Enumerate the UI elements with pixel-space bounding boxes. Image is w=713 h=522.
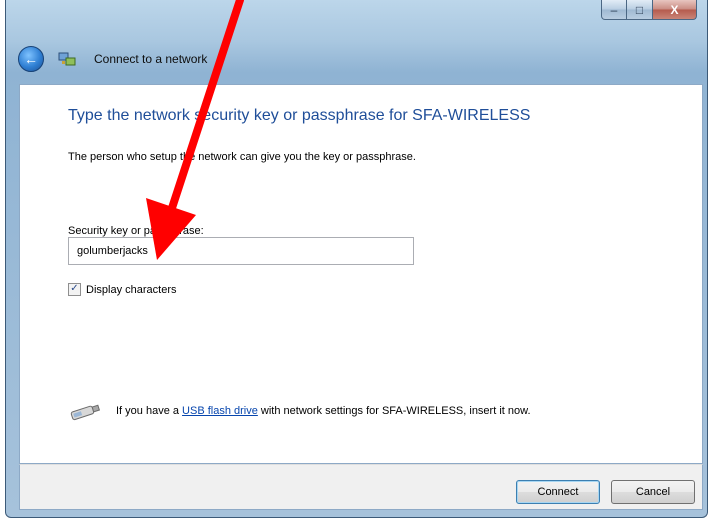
usb-hint-row: If you have a USB flash drive with netwo… bbox=[68, 401, 531, 421]
display-characters-row[interactable]: ✓ Display characters bbox=[68, 283, 176, 296]
usb-flash-drive-link[interactable]: USB flash drive bbox=[182, 405, 258, 417]
cancel-button[interactable]: Cancel bbox=[611, 480, 695, 504]
display-characters-label[interactable]: Display characters bbox=[86, 284, 176, 296]
security-key-label: Security key or passphrase: bbox=[68, 225, 204, 237]
dialog-window: – □ X ← Connect to a network Type the ne… bbox=[5, 0, 708, 518]
display-characters-checkbox[interactable]: ✓ bbox=[68, 283, 81, 296]
caption-buttons: – □ X bbox=[601, 0, 697, 20]
page-heading: Type the network security key or passphr… bbox=[68, 107, 531, 124]
close-button[interactable]: X bbox=[653, 0, 697, 20]
network-icon bbox=[58, 52, 76, 66]
usb-drive-icon bbox=[70, 404, 101, 421]
connect-button[interactable]: Connect bbox=[516, 480, 600, 504]
button-bar: Connect Cancel bbox=[19, 464, 703, 510]
security-key-input[interactable] bbox=[68, 237, 414, 265]
description-text: The person who setup the network can giv… bbox=[68, 151, 416, 163]
navigation-bar: ← Connect to a network bbox=[18, 44, 207, 74]
back-arrow-icon[interactable]: ← bbox=[18, 46, 44, 72]
usb-text-before: If you have a bbox=[116, 405, 183, 417]
content-panel: Type the network security key or passphr… bbox=[19, 84, 703, 464]
minimize-button[interactable]: – bbox=[601, 0, 627, 20]
nav-title: Connect to a network bbox=[94, 52, 208, 66]
maximize-button[interactable]: □ bbox=[627, 0, 653, 20]
usb-text-after: with network settings for SFA-WIRELESS, … bbox=[257, 405, 531, 417]
